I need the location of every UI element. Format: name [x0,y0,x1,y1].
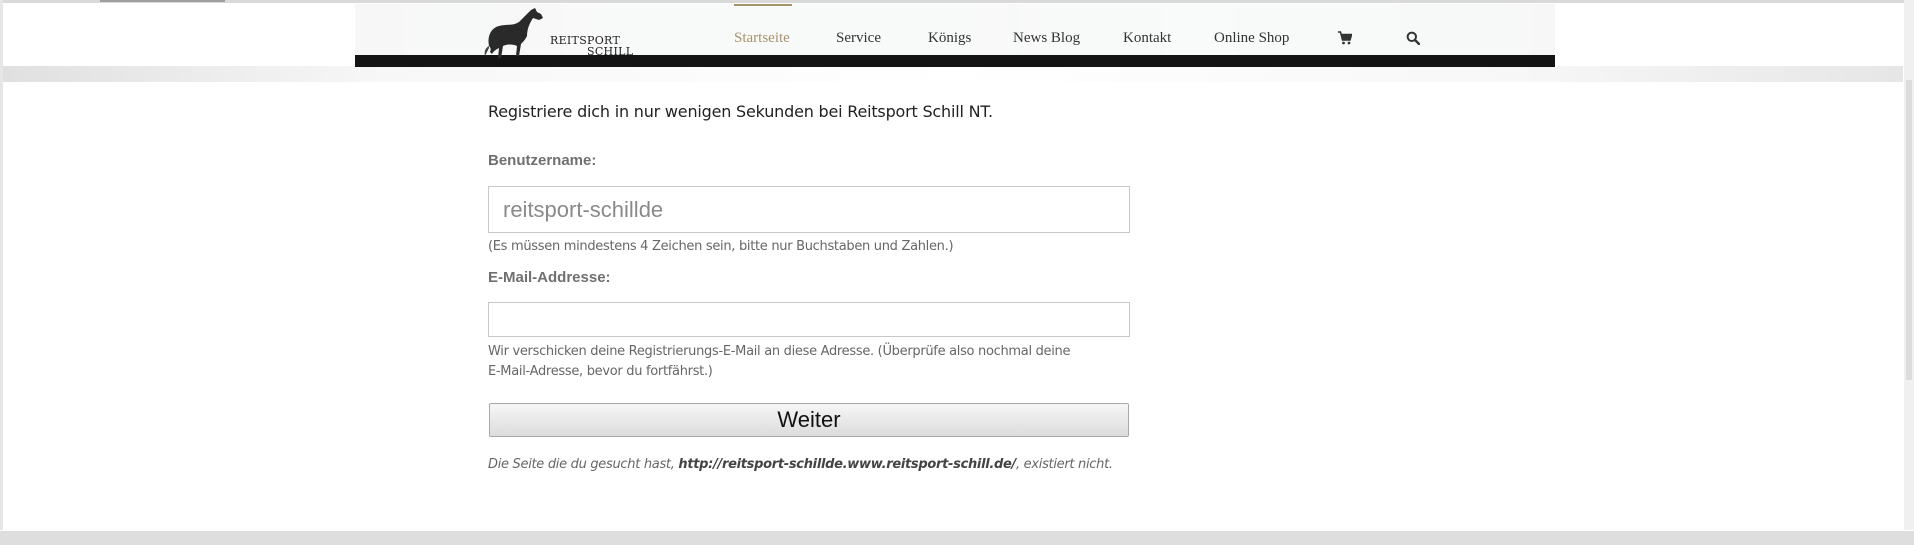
submit-button[interactable]: Weiter [489,403,1129,437]
browser-tab-strip [100,0,225,2]
registration-intro: Registriere dich in nur wenigen Sekunden… [488,102,993,121]
nav-active-indicator [734,4,792,6]
logo-wordmark[interactable]: REITSPORT SCHILL [550,35,633,57]
logo-line-2: SCHILL [587,45,634,58]
username-label: Benutzername: [488,152,597,169]
page-footer-edge [0,531,1914,545]
nav-item-service[interactable]: Service [836,30,881,47]
browser-top-edge [0,0,1914,3]
username-input[interactable] [488,186,1130,233]
scrollbar-track[interactable] [1904,0,1914,530]
username-help: (Es müssen mindestens 4 Zeichen sein, bi… [488,239,954,254]
email-help: Wir verschicken deine Registrierungs-E-M… [488,342,1071,382]
nav-item-kontakt[interactable]: Kontakt [1123,30,1171,47]
email-input[interactable] [488,302,1130,337]
error-notice: Die Seite die du gesucht hast, http://re… [488,457,1113,472]
email-label: E-Mail-Addresse: [488,269,611,286]
notice-suffix: , existiert nicht. [1016,457,1113,472]
nav-item-online-shop[interactable]: Online Shop [1214,30,1289,47]
email-help-line-1: Wir verschicken deine Registrierungs-E-M… [488,344,1071,359]
header-shadow-band [3,66,1903,82]
scrollbar-thumb[interactable] [1906,80,1912,380]
notice-url: http://reitsport-schillde.www.reitsport-… [678,457,1017,472]
nav-item-news-blog[interactable]: News Blog [1013,30,1080,47]
email-help-line-2: E-Mail-Adresse, bevor du fortfährst.) [488,364,713,379]
notice-prefix: Die Seite die du gesucht hast, [488,457,679,472]
search-icon[interactable] [1406,31,1420,45]
nav-item-startseite[interactable]: Startseite [734,30,790,47]
shopping-cart-icon[interactable] [1338,31,1352,45]
nav-item-koenigs[interactable]: Königs [928,30,971,47]
